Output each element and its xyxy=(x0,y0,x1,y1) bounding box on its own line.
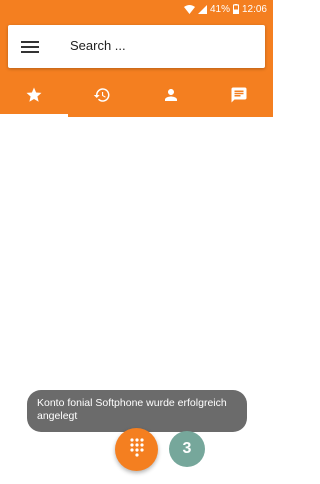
tab-history[interactable] xyxy=(68,77,136,117)
person-icon xyxy=(162,86,180,109)
clock: 12:06 xyxy=(241,3,267,15)
toast-notification: Konto fonial Softphone wurde erfolgreich… xyxy=(27,390,247,432)
message-icon xyxy=(230,86,248,109)
star-icon xyxy=(25,86,43,109)
dialpad-icon xyxy=(129,437,145,462)
search-bar[interactable]: Search ... xyxy=(8,25,265,68)
tab-messages[interactable] xyxy=(205,77,273,117)
battery-percent: 41% xyxy=(209,3,230,15)
wifi-icon xyxy=(183,4,195,14)
tab-contacts[interactable] xyxy=(137,77,205,117)
menu-icon[interactable] xyxy=(21,38,39,56)
status-bar: 41% 12:06 xyxy=(0,0,273,18)
battery-icon xyxy=(232,4,239,14)
search-input[interactable]: Search ... xyxy=(70,38,126,53)
history-icon xyxy=(93,86,111,109)
tab-bar xyxy=(0,77,273,117)
count-badge[interactable]: 3 xyxy=(169,431,205,467)
tab-favorites[interactable] xyxy=(0,77,69,117)
signal-icon xyxy=(197,4,207,14)
dialpad-button[interactable] xyxy=(115,428,158,471)
app-header: 41% 12:06 Search ... xyxy=(0,0,273,117)
